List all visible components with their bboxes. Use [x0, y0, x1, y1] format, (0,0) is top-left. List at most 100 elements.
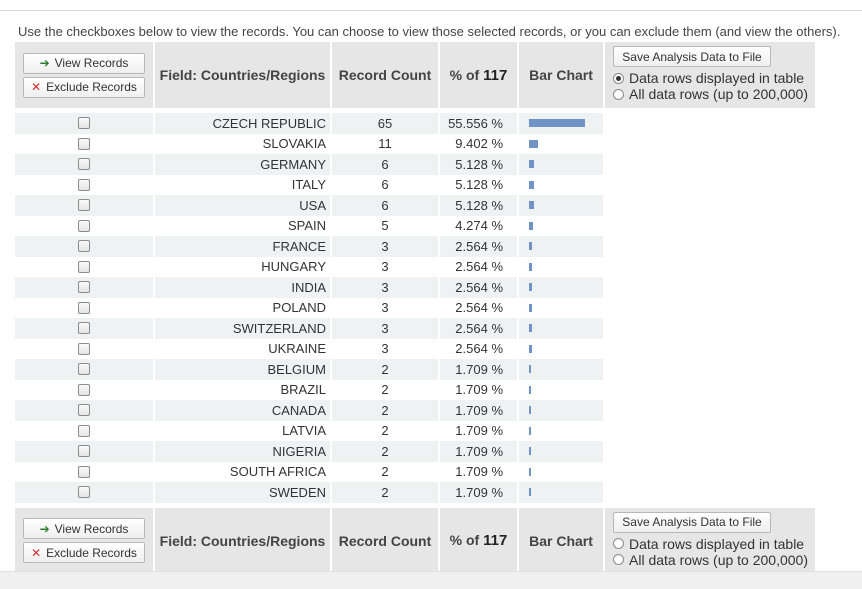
- view-records-button-bottom[interactable]: ➔ View Records: [23, 518, 145, 539]
- empty-cell: [605, 338, 817, 359]
- bar-cell: [519, 297, 605, 318]
- view-records-button[interactable]: ➔ View Records: [23, 52, 145, 74]
- row-checkbox[interactable]: [78, 158, 90, 171]
- field-column-footer[interactable]: Field: Countries/Regions: [155, 507, 332, 574]
- row-select-cell: [15, 113, 155, 134]
- percent-value: 1.709 %: [440, 420, 519, 441]
- record-count-footer-label: Record Count: [338, 532, 432, 549]
- bar-mark: [529, 283, 532, 292]
- table-row: GERMANY 6 5.128 %: [15, 154, 817, 175]
- bar-mark: [529, 365, 531, 374]
- empty-cell: [605, 379, 817, 400]
- row-select-cell: [15, 482, 155, 503]
- country-name: CZECH REPUBLIC: [155, 113, 332, 134]
- row-select-cell: [15, 441, 155, 462]
- save-analysis-button-bottom[interactable]: Save Analysis Data to File: [613, 511, 771, 533]
- bar-mark: [529, 160, 534, 169]
- table-row: CZECH REPUBLIC 65 55.556 %: [15, 113, 817, 134]
- bar-mark: [529, 201, 534, 210]
- row-checkbox[interactable]: [78, 383, 90, 396]
- record-count: 6: [332, 195, 440, 216]
- save-analysis-button[interactable]: Save Analysis Data to File: [613, 46, 771, 67]
- record-count-column-footer[interactable]: Record Count: [332, 507, 440, 574]
- record-count: 6: [332, 154, 440, 175]
- record-count: 3: [332, 236, 440, 257]
- percent-value: 2.564 %: [440, 318, 519, 339]
- radio-button[interactable]: [613, 538, 624, 549]
- radio-all-rows-bottom[interactable]: All data rows (up to 200,000): [613, 552, 815, 568]
- exclude-records-button-bottom[interactable]: ✕ Exclude Records: [23, 542, 145, 563]
- empty-cell: [605, 215, 817, 236]
- table-row: SWITZERLAND 3 2.564 %: [15, 318, 817, 339]
- country-name: HUNGARY: [155, 256, 332, 277]
- country-name: POLAND: [155, 297, 332, 318]
- bar-mark: [529, 467, 531, 476]
- bar-mark: [529, 488, 531, 497]
- country-name: SLOVAKIA: [155, 133, 332, 154]
- table-row: ITALY 6 5.128 %: [15, 174, 817, 195]
- row-checkbox[interactable]: [78, 322, 90, 335]
- country-name: INDIA: [155, 277, 332, 298]
- table-row: BRAZIL 2 1.709 %: [15, 379, 817, 400]
- record-count: 3: [332, 277, 440, 298]
- view-records-label: View Records: [54, 521, 129, 536]
- bar-mark: [529, 447, 531, 456]
- row-checkbox[interactable]: [78, 465, 90, 478]
- field-footer-label: Field: Countries/Regions: [159, 532, 326, 549]
- bar-mark: [529, 139, 538, 148]
- row-checkbox[interactable]: [78, 260, 90, 273]
- table-row: POLAND 3 2.564 %: [15, 297, 817, 318]
- exclude-records-button[interactable]: ✕ Exclude Records: [23, 76, 145, 98]
- radio-all-rows[interactable]: All data rows (up to 200,000): [613, 86, 815, 102]
- row-checkbox[interactable]: [78, 281, 90, 294]
- bar-cell: [519, 154, 605, 175]
- bar-mark: [529, 385, 531, 394]
- row-checkbox[interactable]: [78, 445, 90, 458]
- percent-column-footer[interactable]: % of 117: [440, 507, 519, 574]
- percent-value: 5.128 %: [440, 174, 519, 195]
- table-row: LATVIA 2 1.709 %: [15, 420, 817, 441]
- row-checkbox[interactable]: [78, 117, 90, 130]
- record-count-column-header[interactable]: Record Count: [332, 42, 440, 108]
- radio-button[interactable]: [613, 88, 624, 100]
- row-checkbox[interactable]: [78, 342, 90, 355]
- table-row: HUNGARY 3 2.564 %: [15, 256, 817, 277]
- radio-displayed-rows-bottom[interactable]: Data rows displayed in table: [613, 536, 815, 552]
- bar-cell: [519, 338, 605, 359]
- row-checkbox[interactable]: [78, 137, 90, 150]
- bar-mark: [529, 119, 585, 128]
- percent-value: 5.128 %: [440, 195, 519, 216]
- row-select-cell: [15, 400, 155, 421]
- bar-cell: [519, 256, 605, 277]
- empty-cell: [605, 359, 817, 380]
- percent-column-header[interactable]: % of 117: [440, 42, 519, 108]
- arrow-right-icon: ➔: [39, 56, 50, 70]
- bar-mark: [529, 324, 532, 333]
- empty-cell: [605, 297, 817, 318]
- field-column-header[interactable]: Field: Countries/Regions: [155, 42, 332, 108]
- bar-cell: [519, 215, 605, 236]
- row-checkbox[interactable]: [78, 219, 90, 232]
- row-checkbox[interactable]: [78, 363, 90, 376]
- row-checkbox[interactable]: [78, 240, 90, 253]
- table-row: SWEDEN 2 1.709 %: [15, 482, 817, 503]
- close-icon: ✕: [31, 545, 42, 560]
- bar-cell: [519, 379, 605, 400]
- row-checkbox[interactable]: [78, 301, 90, 314]
- radio-displayed-rows[interactable]: Data rows displayed in table: [613, 70, 815, 86]
- row-checkbox[interactable]: [78, 424, 90, 437]
- row-checkbox[interactable]: [78, 404, 90, 417]
- row-select-cell: [15, 318, 155, 339]
- row-checkbox[interactable]: [78, 178, 90, 191]
- record-count: 3: [332, 318, 440, 339]
- empty-cell: [605, 174, 817, 195]
- row-checkbox[interactable]: [78, 199, 90, 212]
- record-count: 2: [332, 400, 440, 421]
- table-header-bottom: ➔ View Records ✕ Exclude Records Field: …: [15, 507, 817, 574]
- view-records-label: View Records: [54, 56, 129, 70]
- table-row: INDIA 3 2.564 %: [15, 277, 817, 298]
- empty-cell: [605, 461, 817, 482]
- radio-button-selected[interactable]: [613, 72, 624, 84]
- radio-button[interactable]: [613, 554, 624, 565]
- row-checkbox[interactable]: [78, 486, 90, 499]
